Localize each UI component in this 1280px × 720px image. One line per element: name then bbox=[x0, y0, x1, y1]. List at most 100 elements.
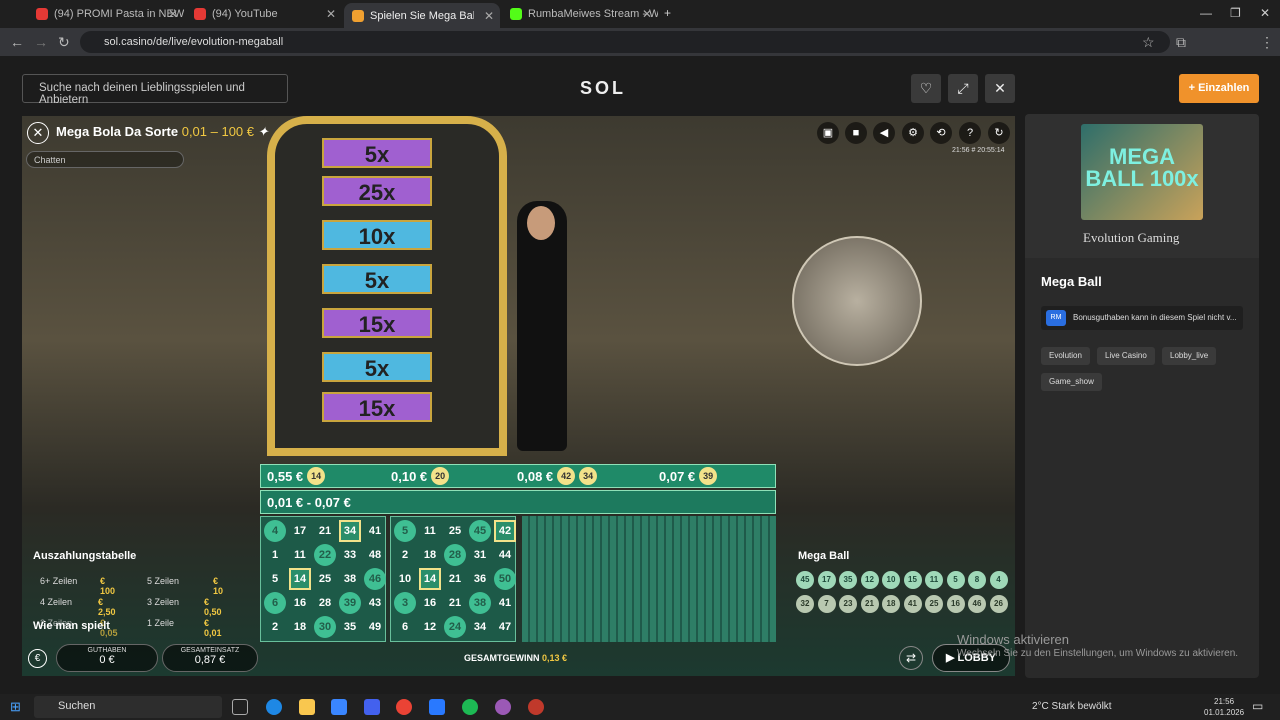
url-field[interactable]: sol.casino/de/live/evolution-megaball bbox=[80, 31, 1170, 53]
total-win: GESAMTGEWINN 0,13 € bbox=[464, 653, 568, 663]
app-icon[interactable] bbox=[429, 699, 445, 715]
task-view-icon[interactable] bbox=[232, 699, 248, 715]
game-info-panel: MEGA BALL 100x Evolution Gaming Mega Bal… bbox=[1025, 114, 1259, 678]
card-range-selector[interactable]: 0,01 € - 0,07 € bbox=[260, 490, 776, 514]
total-bet-display: GESAMTEINSATZ 0,87 € bbox=[162, 644, 258, 672]
chrome-icon[interactable] bbox=[396, 699, 412, 715]
deposit-button[interactable]: + Einzahlen bbox=[1179, 74, 1259, 103]
close-window-icon[interactable]: ✕ bbox=[1260, 6, 1270, 20]
bingo-card[interactable]: 5 11 25 45 42 2 18 28 31 44 10 14 21 36 50 3 16 21 38 41 6 12… bbox=[390, 516, 516, 642]
close-game-button[interactable]: ✕ bbox=[985, 74, 1015, 103]
forward-icon[interactable]: → bbox=[34, 34, 48, 50]
mini-cards-grid[interactable] bbox=[522, 516, 776, 642]
mega-ball-number: 11 bbox=[925, 571, 943, 589]
game-clock: 21:56 # 20:55:14 bbox=[952, 147, 1005, 154]
card-price-option[interactable]: 0,10 €20 bbox=[391, 467, 450, 485]
mega-ball-number: 4 bbox=[989, 571, 1008, 589]
menu-icon[interactable]: ⋮ bbox=[1260, 34, 1274, 51]
game-name: Mega Ball bbox=[1041, 274, 1102, 289]
app-icon[interactable] bbox=[495, 699, 511, 715]
bingo-number: 28 bbox=[444, 544, 466, 566]
payout-title: Auszahlungstabelle bbox=[33, 550, 137, 562]
heart-icon: ♡ bbox=[919, 80, 933, 96]
bingo-number: 34 bbox=[339, 520, 361, 542]
tab-youtube[interactable]: (94) YouTube ✕ bbox=[186, 3, 342, 25]
ball-drum bbox=[792, 236, 922, 366]
taskbar-search[interactable]: Suchen bbox=[34, 696, 222, 718]
favorite-button[interactable]: ♡ bbox=[911, 74, 941, 103]
card-price-option[interactable]: 0,07 €39 bbox=[659, 467, 718, 485]
close-game-icon[interactable]: ✕ bbox=[27, 122, 49, 144]
bingo-number: 46 bbox=[364, 568, 386, 590]
reload-icon[interactable]: ↻ bbox=[58, 34, 70, 51]
back-icon[interactable]: ← bbox=[10, 34, 24, 50]
bingo-number: 35 bbox=[343, 621, 357, 633]
bingo-number: 1 bbox=[271, 549, 279, 561]
sound-icon[interactable]: ◀ bbox=[873, 122, 895, 144]
explorer-icon[interactable] bbox=[299, 699, 315, 715]
close-tab-icon[interactable]: ✕ bbox=[642, 7, 652, 21]
provider-name[interactable]: Evolution Gaming bbox=[1083, 230, 1179, 246]
mail-icon[interactable] bbox=[331, 699, 347, 715]
game-thumbnail[interactable]: MEGA BALL 100x bbox=[1081, 124, 1203, 220]
bingo-number: 24 bbox=[444, 616, 466, 638]
video-icon[interactable]: ■ bbox=[845, 122, 867, 144]
game-search-input[interactable]: Suche nach deinen Lieblingsspielen und A… bbox=[22, 74, 288, 106]
bingo-number: 33 bbox=[343, 549, 357, 561]
swap-cards-icon[interactable]: ⇄ bbox=[899, 646, 923, 670]
tag-evolution[interactable]: Evolution bbox=[1041, 347, 1090, 365]
notification-icon[interactable]: ▭ bbox=[1252, 699, 1263, 713]
windows-activation-subtitle: Wechseln Sie zu den Einstellungen, um Wi… bbox=[957, 648, 1239, 659]
bingo-number: 6 bbox=[401, 621, 409, 633]
bingo-number: 34 bbox=[473, 621, 487, 633]
mega-ball-number: 5 bbox=[946, 571, 965, 589]
new-tab-icon[interactable]: + bbox=[664, 6, 671, 20]
extensions-icon[interactable]: ⧉ bbox=[1176, 34, 1186, 51]
currency-icon[interactable]: € bbox=[28, 649, 47, 668]
minimize-icon[interactable]: — bbox=[1200, 6, 1212, 20]
system-clock[interactable]: 21:56 01.01.2026 bbox=[1204, 696, 1244, 718]
app-icon[interactable] bbox=[528, 699, 544, 715]
mega-ball-number: 32 bbox=[796, 595, 814, 613]
mega-ball-number: 16 bbox=[946, 595, 965, 613]
pin-icon[interactable]: ✦ bbox=[258, 124, 269, 139]
help-icon[interactable]: ? bbox=[959, 122, 981, 144]
chat-icon[interactable]: ▣ bbox=[817, 122, 839, 144]
edge-icon[interactable] bbox=[266, 699, 282, 715]
bingo-number: 31 bbox=[473, 549, 487, 561]
fullscreen-button[interactable]: ⤢ bbox=[948, 74, 978, 103]
sol-logo[interactable]: SOL bbox=[580, 78, 626, 99]
card-price-option[interactable]: 0,55 €14 bbox=[267, 467, 326, 485]
bingo-number: 25 bbox=[448, 525, 462, 537]
refresh-icon[interactable]: ↻ bbox=[988, 122, 1010, 144]
bingo-number: 41 bbox=[368, 525, 382, 537]
bingo-card[interactable]: 4 17 21 34 41 1 11 22 33 48 5 14 25 38 46 6 16 28 39 43 2 18 3… bbox=[260, 516, 386, 642]
close-tab-icon[interactable]: ✕ bbox=[484, 9, 494, 23]
bingo-number: 6 bbox=[264, 592, 286, 614]
tag-live-casino[interactable]: Live Casino bbox=[1097, 347, 1155, 365]
mega-ball-number: 26 bbox=[989, 595, 1008, 613]
spotify-icon[interactable] bbox=[462, 699, 478, 715]
bookmark-icon[interactable]: ☆ bbox=[1142, 34, 1155, 51]
how-to-play-link[interactable]: Wie man spielt bbox=[33, 620, 110, 632]
bingo-number: 17 bbox=[293, 525, 307, 537]
tab-mega-ball[interactable]: Spielen Sie Mega Ball im Sol✕ bbox=[344, 3, 500, 28]
close-tab-icon[interactable]: ✕ bbox=[326, 7, 336, 21]
tab-rumba-stream[interactable]: RumbaMeiwes Stream - Watch✕ bbox=[502, 3, 658, 25]
tag-lobby-live[interactable]: Lobby_live bbox=[1162, 347, 1217, 365]
weather-widget[interactable]: 2°C Stark bewölkt bbox=[1032, 701, 1112, 712]
windows-start-icon[interactable]: ⊞ bbox=[10, 699, 21, 715]
mega-ball-number: 46 bbox=[968, 595, 986, 613]
live-game-stream[interactable]: 5x 25x 10x 5x 15x 5x 15x ✕ Mega Bola Da … bbox=[22, 116, 1015, 676]
card-price-option[interactable]: 0,08 €42 34 bbox=[517, 467, 598, 485]
restore-icon[interactable]: ❐ bbox=[1230, 6, 1241, 20]
chat-input[interactable]: Chatten bbox=[26, 151, 184, 168]
store-icon[interactable] bbox=[364, 699, 380, 715]
history-icon[interactable]: ⟲ bbox=[930, 122, 952, 144]
multiplier-tile: 15x bbox=[322, 392, 432, 422]
tab-promi-pasta[interactable]: (94) PROMI Pasta in NEW YORK✕ bbox=[28, 3, 184, 25]
settings-icon[interactable]: ⚙ bbox=[902, 122, 924, 144]
close-tab-icon[interactable]: ✕ bbox=[168, 7, 178, 21]
tag-game-show[interactable]: Game_show bbox=[1041, 373, 1102, 391]
address-bar: ← → ↻ sol.casino/de/live/evolution-megab… bbox=[0, 28, 1280, 56]
